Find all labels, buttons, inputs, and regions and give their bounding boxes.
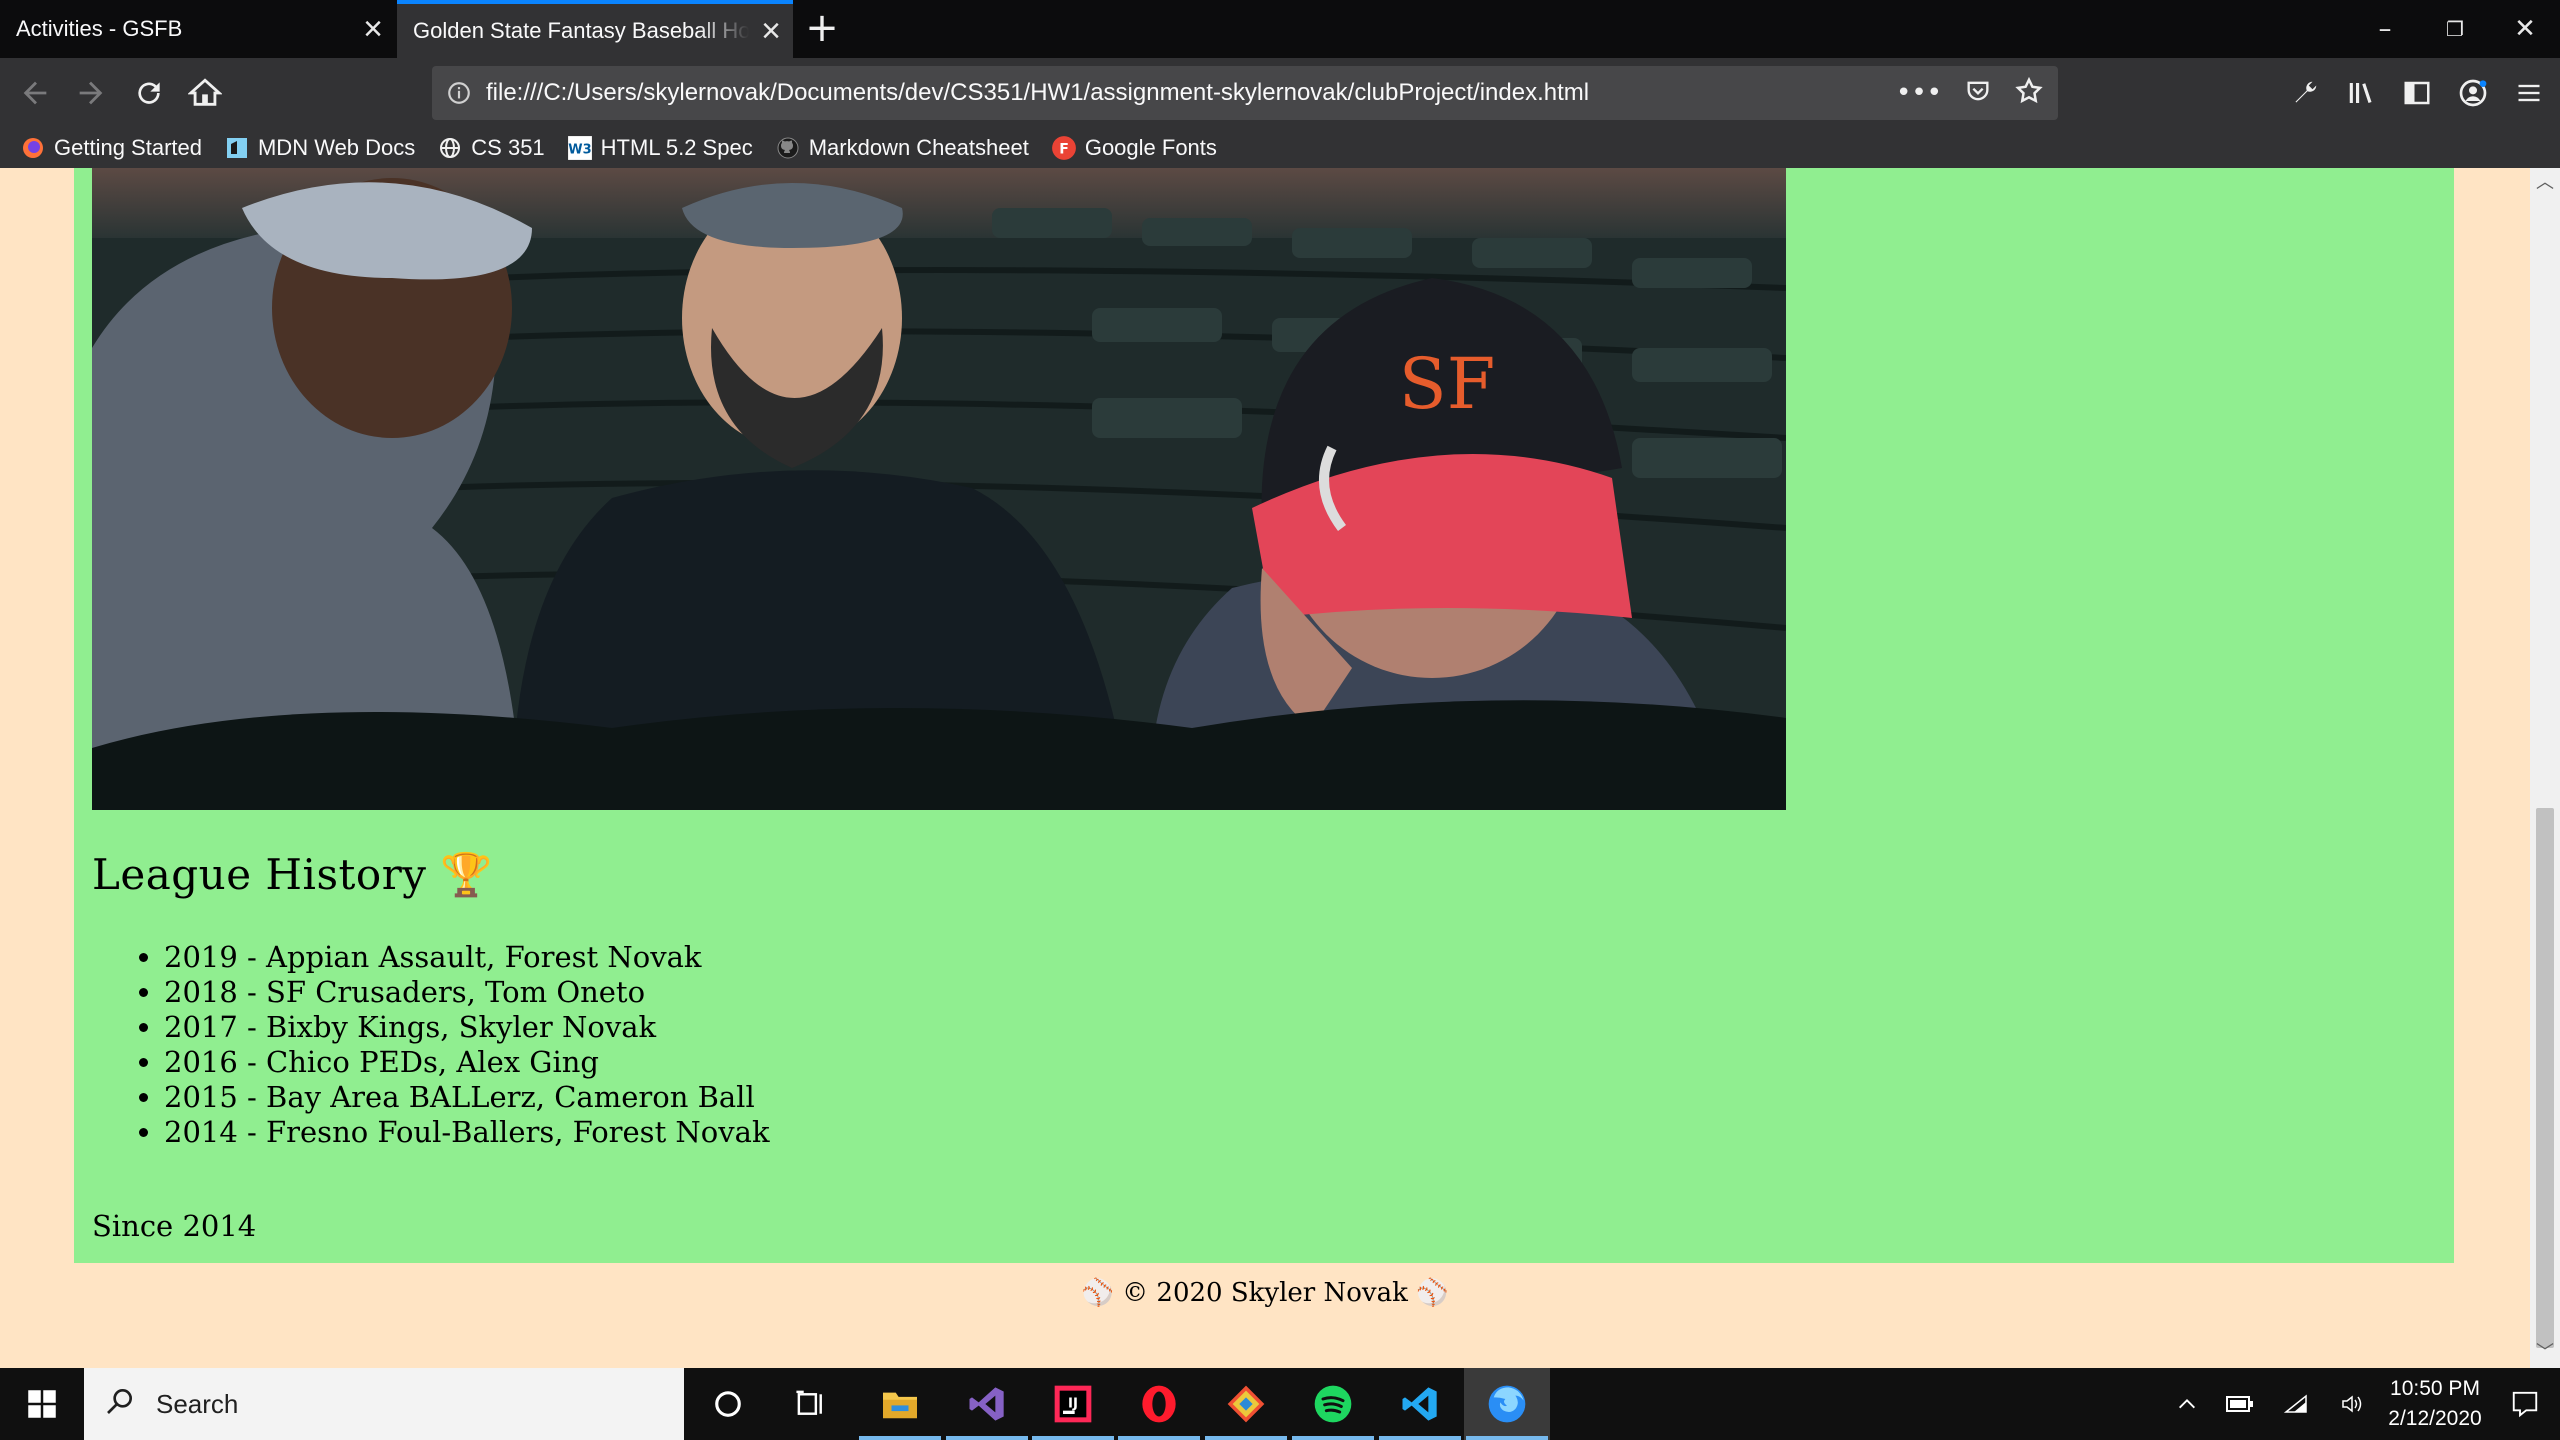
url-text: file:///C:/Users/skylernovak/Documents/d…: [486, 79, 1590, 106]
tab-strip: Activities - GSFB × Golden State Fantasy…: [0, 0, 2560, 58]
library-icon[interactable]: [2340, 68, 2382, 118]
windows-taskbar: Search IJ 10:50 PM 2/12/2020: [0, 1368, 2560, 1440]
svg-text:F: F: [1059, 141, 1069, 157]
globe-icon: [437, 135, 463, 161]
bookmark-star-icon[interactable]: [2014, 76, 2044, 110]
firefox-taskbar-icon[interactable]: [1464, 1368, 1550, 1440]
scroll-up-icon[interactable]: ︿: [2530, 168, 2560, 198]
page-viewport: SF League History 🏆 2019 - Appian Assaul…: [0, 168, 2530, 1368]
list-item: 2016 - Chico PEDs, Alex Ging: [164, 1045, 770, 1080]
mdn-icon: [224, 135, 250, 161]
bookmark-markdown[interactable]: Markdown Cheatsheet: [775, 135, 1029, 161]
pocket-icon[interactable]: [1964, 77, 1992, 109]
tab-close-icon[interactable]: ×: [351, 0, 395, 58]
vertical-scrollbar[interactable]: ︿ ﹀: [2530, 168, 2560, 1368]
account-icon[interactable]: [2452, 68, 2494, 118]
github-icon: [775, 135, 801, 161]
clock-date: 2/12/2020: [2388, 1407, 2482, 1430]
home-icon[interactable]: [180, 68, 230, 118]
battery-icon[interactable]: [2212, 1393, 2268, 1415]
intellij-icon[interactable]: IJ: [1030, 1368, 1116, 1440]
list-item: 2015 - Bay Area BALLerz, Cameron Ball: [164, 1080, 770, 1115]
page-actions-icon[interactable]: •••: [1896, 78, 1942, 108]
address-bar[interactable]: file:///C:/Users/skylernovak/Documents/d…: [432, 66, 2058, 120]
league-history-list: 2019 - Appian Assault, Forest Novak 2018…: [136, 940, 770, 1150]
reload-icon[interactable]: [124, 68, 174, 118]
bookmarks-toolbar: Getting Started MDN Web Docs CS 351 W3 H…: [0, 128, 2560, 168]
task-view-icon[interactable]: [768, 1368, 854, 1440]
file-explorer-icon[interactable]: [857, 1368, 943, 1440]
wrench-icon[interactable]: [2284, 68, 2326, 118]
list-item: 2017 - Bixby Kings, Skyler Novak: [164, 1010, 770, 1045]
wifi-icon[interactable]: [2268, 1392, 2324, 1416]
w3c-icon: W3: [567, 135, 593, 161]
visual-studio-icon[interactable]: [944, 1368, 1030, 1440]
svg-text:W3: W3: [568, 142, 591, 157]
search-icon: [104, 1385, 136, 1424]
svg-text:SF: SF: [1399, 343, 1496, 425]
back-icon[interactable]: [10, 68, 60, 118]
windows-start-icon[interactable]: [0, 1368, 84, 1440]
cortana-icon[interactable]: [685, 1368, 771, 1440]
clock-time: 10:50 PM: [2390, 1377, 2480, 1400]
since-text: Since 2014: [92, 1209, 257, 1243]
tab-home[interactable]: Golden State Fantasy Baseball Home ×: [397, 0, 793, 58]
google-fonts-icon: F: [1051, 135, 1077, 161]
bookmark-google-fonts[interactable]: F Google Fonts: [1051, 135, 1217, 161]
bookmark-label: Markdown Cheatsheet: [808, 135, 1029, 160]
minimize-icon[interactable]: –: [2350, 0, 2420, 58]
action-center-icon[interactable]: [2490, 1389, 2560, 1419]
taskbar-clock[interactable]: 10:50 PM 2/12/2020: [2380, 1374, 2490, 1434]
window-close-icon[interactable]: ✕: [2490, 0, 2560, 58]
spotify-icon[interactable]: [1290, 1368, 1376, 1440]
forward-icon[interactable]: [66, 68, 116, 118]
sidebar-icon[interactable]: [2396, 68, 2438, 118]
tab-label: Golden State Fantasy Baseball Home: [413, 18, 749, 43]
bookmark-getting-started[interactable]: Getting Started: [20, 135, 202, 161]
bookmark-label: Google Fonts: [1084, 135, 1217, 160]
system-tray: 10:50 PM 2/12/2020: [2162, 1368, 2560, 1440]
scroll-down-icon[interactable]: ﹀: [2530, 1338, 2560, 1368]
list-item: 2014 - Fresno Foul-Ballers, Forest Novak: [164, 1115, 770, 1150]
bookmark-cs351[interactable]: CS 351: [437, 135, 545, 161]
menu-icon[interactable]: [2508, 68, 2550, 118]
bookmark-label: CS 351: [471, 135, 545, 160]
opera-icon[interactable]: [1116, 1368, 1202, 1440]
volume-icon[interactable]: [2324, 1392, 2380, 1416]
list-item: 2018 - SF Crusaders, Tom Oneto: [164, 975, 770, 1010]
bookmark-label: Getting Started: [54, 135, 202, 160]
league-history-heading: League History 🏆: [92, 850, 494, 899]
show-hidden-icons-icon[interactable]: [2162, 1393, 2212, 1415]
firefox-icon: [20, 135, 46, 161]
main-content: SF League History 🏆 2019 - Appian Assaul…: [74, 168, 2454, 1263]
list-item: 2019 - Appian Assault, Forest Novak: [164, 940, 770, 975]
taskbar-search[interactable]: Search: [84, 1368, 684, 1440]
tab-label: Activities - GSFB: [16, 16, 183, 41]
site-info-icon[interactable]: [446, 80, 472, 110]
tab-activities[interactable]: Activities - GSFB ×: [0, 0, 395, 58]
search-placeholder: Search: [156, 1388, 239, 1419]
bookmark-mdn[interactable]: MDN Web Docs: [224, 135, 415, 161]
svg-text:IJ: IJ: [1068, 1396, 1078, 1411]
ballpark-photo: SF: [92, 168, 1786, 810]
bookmark-label: HTML 5.2 Spec: [600, 135, 753, 160]
tab-close-icon[interactable]: ×: [749, 2, 793, 60]
restore-icon[interactable]: ❐: [2420, 0, 2490, 58]
vscode-icon[interactable]: [1377, 1368, 1463, 1440]
bookmark-html-spec[interactable]: W3 HTML 5.2 Spec: [567, 135, 753, 161]
new-tab-icon[interactable]: +: [800, 0, 844, 58]
page-footer: ⚾ © 2020 Skyler Novak ⚾: [1081, 1278, 1449, 1308]
navigation-toolbar: file:///C:/Users/skylernovak/Documents/d…: [0, 58, 2560, 128]
git-kraken-icon[interactable]: [1203, 1368, 1289, 1440]
bookmark-label: MDN Web Docs: [257, 135, 416, 160]
scrollbar-thumb[interactable]: [2536, 808, 2554, 1348]
window-controls: – ❐ ✕: [2350, 0, 2560, 58]
